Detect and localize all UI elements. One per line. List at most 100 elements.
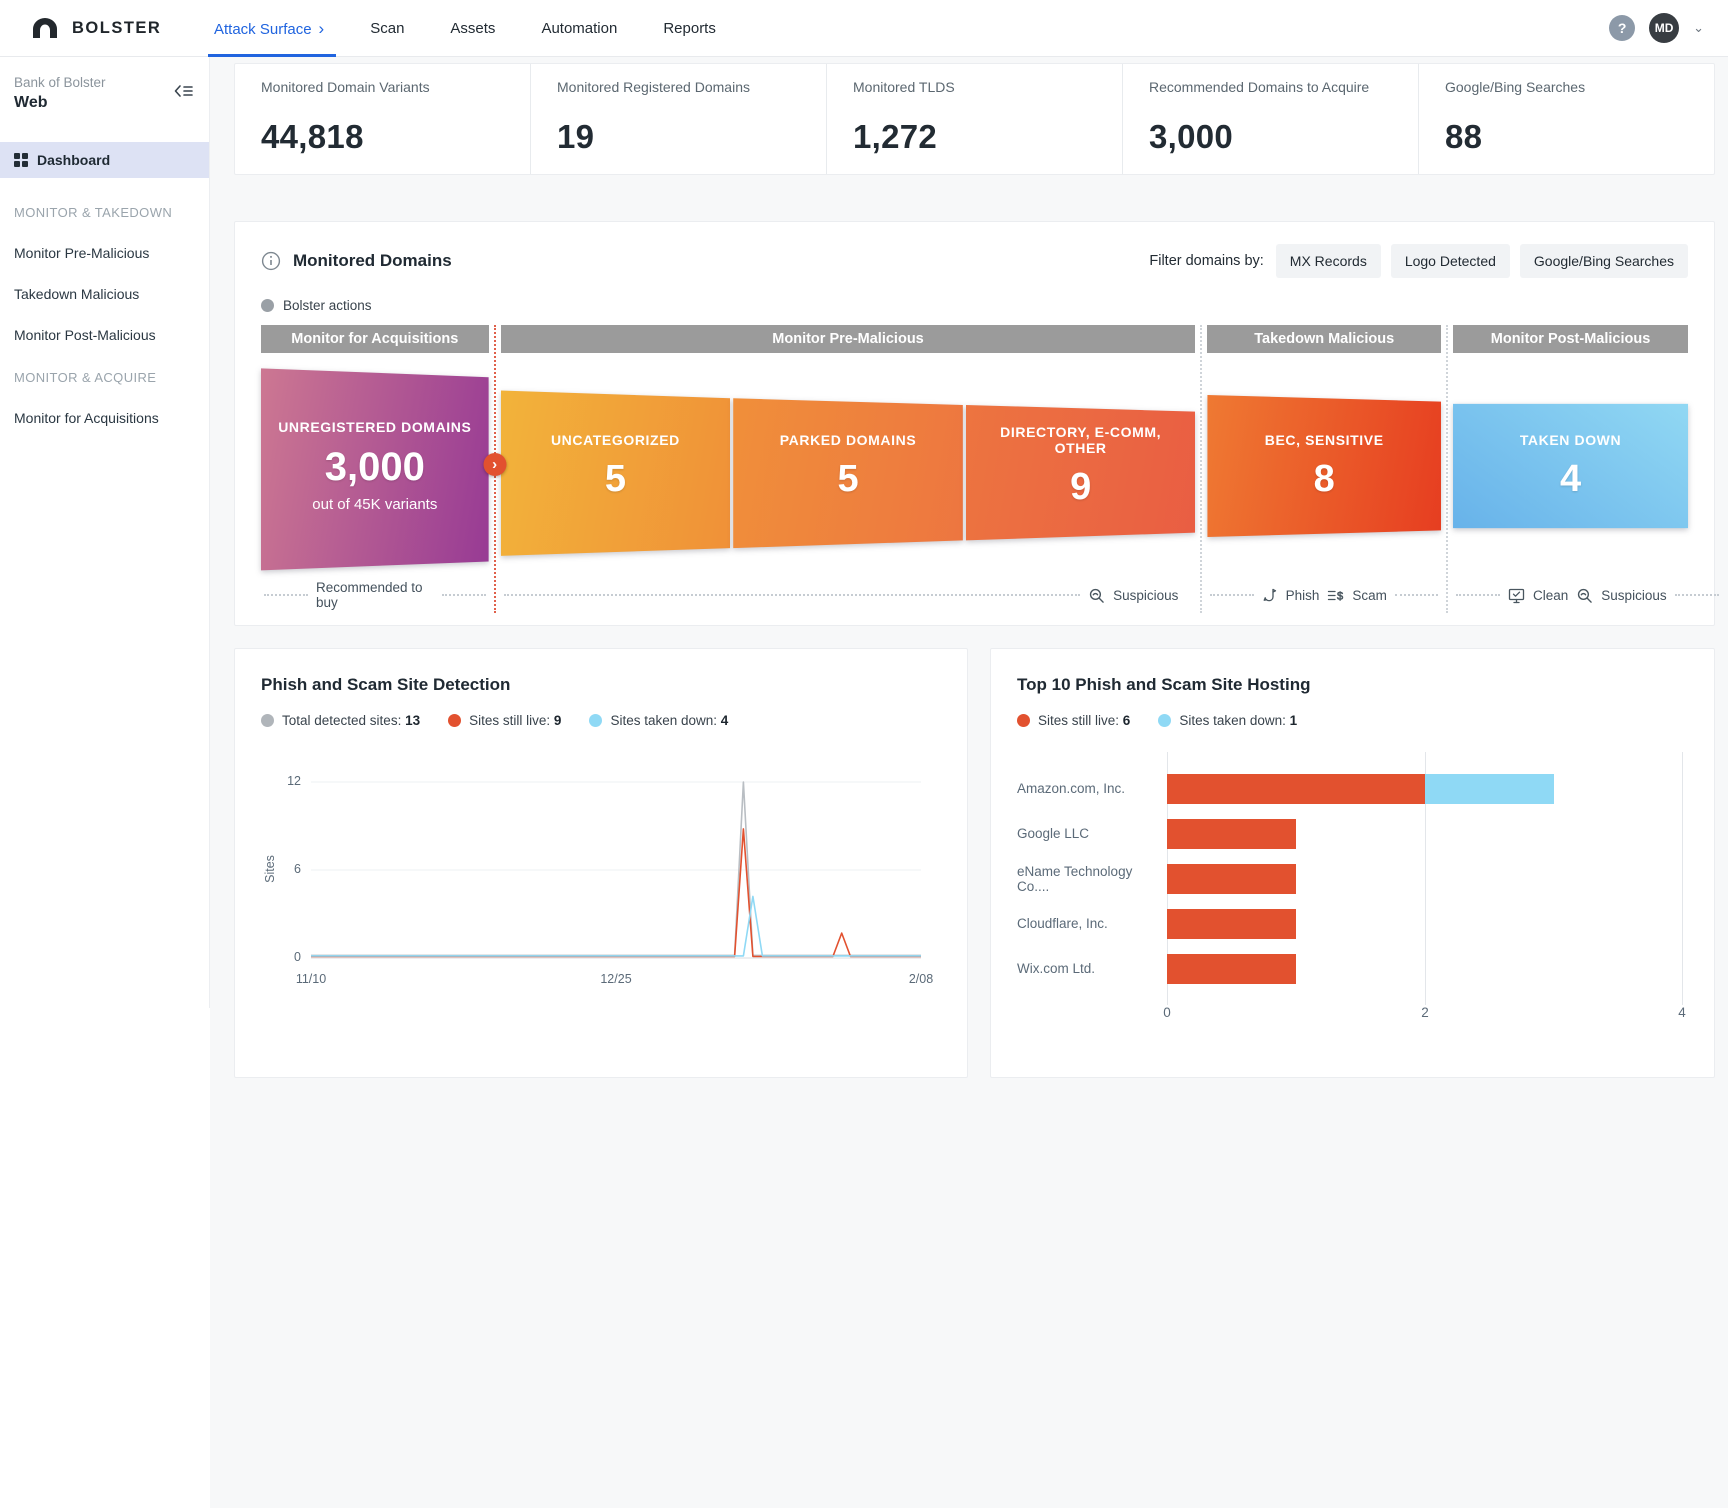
stat-value: 44,818 — [261, 118, 530, 156]
nav-scan[interactable]: Scan — [370, 0, 404, 57]
hosting-bar-track — [1167, 954, 1682, 984]
funnel-column-post-malicious: Monitor Post-Malicious TAKEN DOWN 4 — [1453, 325, 1688, 613]
info-icon[interactable] — [261, 251, 281, 271]
legend-dot — [261, 714, 274, 727]
brand: BOLSTER — [0, 16, 186, 40]
filter-mx-records-button[interactable]: MX Records — [1276, 244, 1381, 278]
bar-sites-still-live[interactable] — [1167, 909, 1296, 939]
column-header: Monitor Post-Malicious — [1453, 325, 1688, 353]
funnel-segment-directory-ecomm-other[interactable]: DIRECTORY, E-COMM, OTHER 9 — [966, 355, 1196, 577]
filter-logo-detected-button[interactable]: Logo Detected — [1391, 244, 1510, 278]
bar-sites-still-live[interactable] — [1167, 864, 1296, 894]
y-axis-ticks: 0612 — [279, 774, 311, 964]
nav-reports[interactable]: Reports — [663, 0, 716, 57]
segment-value: 4 — [1560, 458, 1581, 501]
x-tick: 0 — [1163, 1005, 1171, 1020]
sidebar-item-dashboard[interactable]: Dashboard — [0, 142, 209, 178]
legend-dot — [589, 714, 602, 727]
x-tick: 4 — [1678, 1005, 1686, 1020]
detection-svg — [311, 774, 921, 964]
detection-plot — [311, 774, 921, 964]
segment-sublabel: out of 45K variants — [312, 496, 437, 513]
avatar[interactable]: MD — [1649, 13, 1679, 43]
clean-monitor-icon — [1508, 587, 1525, 604]
stat-label: Monitored Registered Domains — [557, 79, 826, 95]
legend-dot — [261, 299, 274, 312]
top-hosting-card: Top 10 Phish and Scam Site Hosting Sites… — [990, 648, 1715, 1078]
x-tick: 11/10 — [296, 972, 326, 986]
stat-label: Monitored Domain Variants — [261, 79, 530, 95]
stat-label: Monitored TLDS — [853, 79, 1122, 95]
funnel-column-takedown: Takedown Malicious BEC, SENSITIVE 8 — [1207, 325, 1441, 613]
segment-value: 5 — [837, 458, 858, 501]
hosting-bar-track — [1167, 909, 1682, 939]
column-header: Monitor Pre-Malicious — [501, 325, 1196, 353]
bar-sites-taken-down[interactable] — [1425, 774, 1554, 804]
nav-assets[interactable]: Assets — [450, 0, 495, 57]
hosting-row: Google LLC — [1017, 811, 1688, 856]
funnel-footer-acquisitions: Recommended to buy — [261, 577, 489, 613]
legend-sites-still-live: Sites still live: 6 — [1017, 713, 1130, 728]
sidebar-item-monitor-post-malicious[interactable]: Monitor Post-Malicious — [0, 327, 209, 343]
funnel-segment-bec-sensitive[interactable]: BEC, SENSITIVE 8 — [1207, 355, 1441, 577]
hosting-row: Amazon.com, Inc. — [1017, 766, 1688, 811]
funnel-segment-taken-down[interactable]: TAKEN DOWN 4 — [1453, 355, 1688, 577]
nav-attack-surface[interactable]: Attack Surface› — [214, 0, 324, 57]
sidebar-item-monitor-pre-malicious[interactable]: Monitor Pre-Malicious — [0, 245, 209, 261]
y-tick: 6 — [294, 862, 301, 876]
y-axis-label: Sites — [261, 774, 279, 964]
funnel-segment-uncategorized[interactable]: UNCATEGORIZED 5 — [501, 355, 731, 577]
hosting-category-label: Google LLC — [1017, 826, 1167, 841]
active-tab-underline — [208, 54, 336, 57]
segment-label: UNREGISTERED DOMAINS — [278, 419, 471, 435]
stats-strip: Monitored Domain Variants 44,818 Monitor… — [234, 63, 1715, 175]
hosting-legend: Sites still live: 6 Sites taken down: 1 — [1017, 713, 1688, 728]
bar-sites-still-live[interactable] — [1167, 819, 1296, 849]
nav-automation[interactable]: Automation — [541, 0, 617, 57]
x-axis-ticks: 11/1012/252/08 — [311, 972, 921, 992]
bolster-logo-icon — [30, 16, 60, 40]
funnel-segment-unregistered-domains[interactable]: UNREGISTERED DOMAINS 3,000 out of 45K va… — [261, 355, 489, 577]
phish-scam-detection-card: Phish and Scam Site Detection Total dete… — [234, 648, 968, 1078]
card-title: Monitored Domains — [293, 251, 452, 271]
funnel-divider — [1441, 325, 1453, 613]
legend-dot — [1158, 714, 1171, 727]
funnel-segment-parked-domains[interactable]: PARKED DOMAINS 5 — [733, 355, 963, 577]
chart-title: Phish and Scam Site Detection — [261, 675, 941, 695]
filter-google-bing-searches-button[interactable]: Google/Bing Searches — [1520, 244, 1688, 278]
chart-title: Top 10 Phish and Scam Site Hosting — [1017, 675, 1688, 695]
stat-label: Recommended Domains to Acquire — [1149, 79, 1418, 95]
legend-sites-taken-down: Sites taken down: 1 — [1158, 713, 1297, 728]
segment-value: 3,000 — [325, 445, 425, 490]
domain-funnel: Monitor for Acquisitions UNREGISTERED DO… — [261, 325, 1688, 613]
segment-value: 5 — [605, 458, 626, 501]
column-header: Monitor for Acquisitions — [261, 325, 489, 353]
monitored-domains-card: Monitored Domains Filter domains by: MX … — [234, 221, 1715, 626]
scam-icon: $ — [1327, 587, 1344, 604]
sidebar-section-monitor-takedown: MONITOR & TAKEDOWN — [0, 205, 209, 220]
x-tick: 12/25 — [600, 972, 631, 986]
stat-value: 19 — [557, 118, 826, 156]
bar-sites-still-live[interactable] — [1167, 774, 1425, 804]
hosting-category-label: Amazon.com, Inc. — [1017, 781, 1167, 796]
sidebar: Bank of Bolster Web Dashboard MONITOR & … — [0, 57, 210, 1008]
chevron-down-icon[interactable]: ⌄ — [1693, 20, 1704, 36]
sidebar-item-label: Dashboard — [37, 152, 110, 168]
help-icon[interactable]: ? — [1609, 15, 1635, 41]
bar-sites-still-live[interactable] — [1167, 954, 1296, 984]
dashboard-icon — [14, 153, 28, 167]
legend-sites-still-live: Sites still live: 9 — [448, 713, 561, 728]
sidebar-collapse-icon[interactable] — [173, 83, 193, 99]
stat-label: Google/Bing Searches — [1445, 79, 1714, 95]
main-nav: Attack Surface› Scan Assets Automation R… — [214, 0, 716, 57]
x-tick: 2/08 — [909, 972, 933, 986]
funnel-advance-arrow-icon[interactable]: › — [483, 453, 506, 476]
sidebar-item-monitor-for-acquisitions[interactable]: Monitor for Acquisitions — [0, 410, 209, 426]
hosting-category-label: eName Technology Co.... — [1017, 864, 1167, 894]
segment-label: BEC, SENSITIVE — [1265, 432, 1384, 448]
sidebar-item-takedown-malicious[interactable]: Takedown Malicious — [0, 286, 209, 302]
footer-label-phish: Phish — [1286, 588, 1320, 603]
workspace-name: Web — [14, 94, 106, 112]
segment-label: TAKEN DOWN — [1520, 432, 1621, 448]
top-navigation-bar: BOLSTER Attack Surface› Scan Assets Auto… — [0, 0, 1728, 57]
